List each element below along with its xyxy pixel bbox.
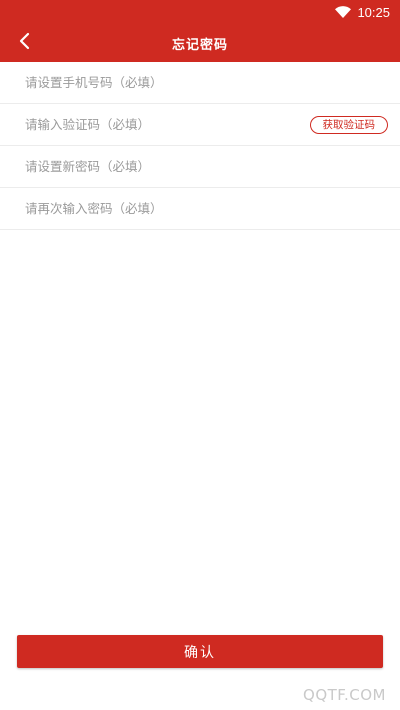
confirm-button[interactable]: 确认 [17, 635, 383, 668]
watermark: QQTF.COM [303, 686, 386, 704]
confirm-password-input[interactable] [25, 193, 388, 224]
back-button[interactable] [10, 29, 38, 57]
new-password-row [0, 146, 400, 188]
phone-input[interactable] [25, 67, 388, 98]
confirm-password-row [0, 188, 400, 230]
status-bar: 10:25 [0, 0, 400, 24]
verification-code-row: 获取验证码 [0, 104, 400, 146]
page-title: 忘记密码 [171, 37, 228, 53]
back-arrow-icon [17, 32, 31, 54]
new-password-input[interactable] [25, 151, 388, 182]
status-time: 10:25 [357, 4, 390, 20]
forgot-password-form: 获取验证码 [0, 62, 400, 230]
app-bar: 忘记密码 [0, 24, 400, 62]
phone-row [0, 62, 400, 104]
forgot-password-screen: 10:25 忘记密码 获取验证码 确认 QQTF.COM [0, 0, 400, 710]
verification-code-input[interactable] [25, 109, 310, 140]
get-code-button[interactable]: 获取验证码 [309, 115, 388, 134]
wifi-icon [335, 6, 352, 18]
